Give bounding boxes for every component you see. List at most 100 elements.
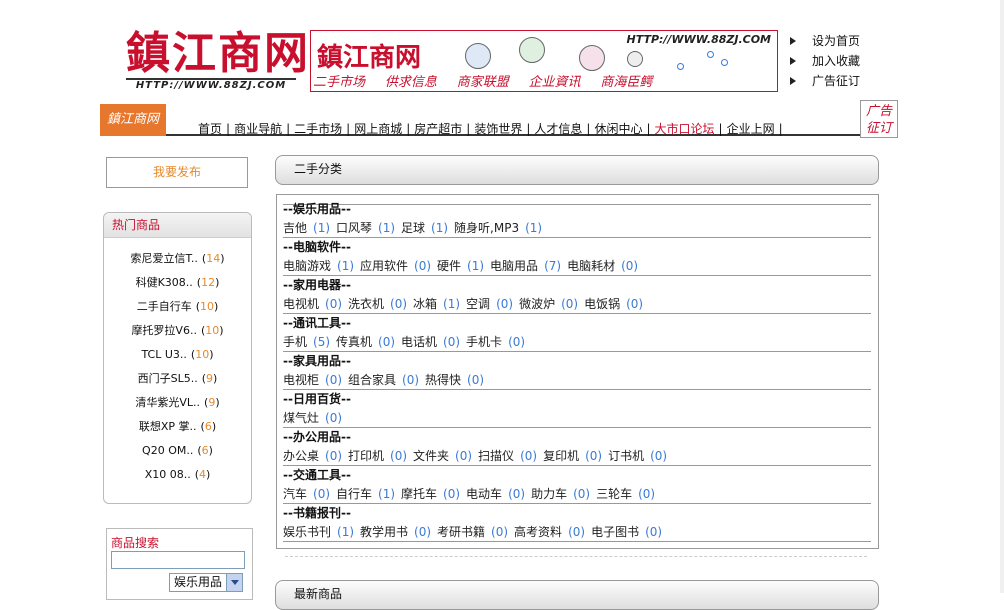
category-select-value: 娱乐用品 — [174, 575, 223, 589]
category-item-count: (0) — [443, 335, 461, 349]
category-item[interactable]: 订书机 — [608, 449, 644, 463]
header-banner[interactable]: 鎮江商网 HTTP://WWW.88ZJ.COM 二手市场 供求信息 商家联盟 … — [310, 30, 778, 92]
hot-product-count: (6) — [200, 420, 217, 433]
category-item[interactable]: 助力车 — [531, 487, 567, 501]
category-item-count: (0) — [325, 449, 343, 463]
banner-tag: 供求信息 — [384, 75, 437, 90]
scrollbar[interactable] — [1000, 0, 1004, 593]
hot-product-item[interactable]: 摩托罗拉V6.. (10) — [104, 319, 251, 343]
category-item-count: (0) — [520, 449, 538, 463]
category-item[interactable]: 空调 — [466, 297, 490, 311]
post-button[interactable]: 我要发布 — [106, 157, 248, 188]
category-item[interactable]: 电脑用品 — [490, 259, 538, 273]
nav-item[interactable]: 二手市场 — [294, 122, 342, 136]
category-item-count: (1) — [467, 259, 485, 273]
category-row: 电视柜 (0) 组合家具 (0) 热得快 (0) — [283, 371, 871, 390]
site-logo[interactable]: 鎮江商网 HTTP://WWW.88ZJ.COM — [126, 28, 308, 94]
category-item[interactable]: 洗衣机 — [348, 297, 384, 311]
category-item-count: (0) — [626, 297, 644, 311]
nav-item[interactable]: 大市口论坛 — [655, 122, 715, 136]
category-item-count: (0) — [496, 297, 514, 311]
category-item[interactable]: 打印机 — [348, 449, 384, 463]
hot-product-item[interactable]: Q20 OM.. (6) — [104, 439, 251, 463]
category-item[interactable]: 电视柜 — [283, 373, 319, 387]
category-list: --娱乐用品-- 吉他 (1) 口风琴 (1) 足球 (1) 随身听,MP3 (1) --电脑软件… — [276, 194, 879, 549]
category-item[interactable]: 电脑游戏 — [283, 259, 331, 273]
category-item-count: (5) — [313, 335, 331, 349]
nav-item[interactable]: 休闲中心 — [594, 122, 642, 136]
category-select[interactable]: 娱乐用品 — [169, 573, 243, 592]
hot-product-item[interactable]: X10 08.. (4) — [104, 463, 251, 487]
category-item[interactable]: 冰箱 — [413, 297, 437, 311]
category-item[interactable]: 电动车 — [466, 487, 502, 501]
hot-product-count: (12) — [196, 276, 220, 289]
nav-item[interactable]: 商业导航 — [234, 122, 282, 136]
category-item[interactable]: 组合家具 — [348, 373, 396, 387]
category-item[interactable]: 手机卡 — [466, 335, 502, 349]
chevron-down-icon[interactable] — [226, 574, 242, 591]
category-item[interactable]: 高考资料 — [514, 525, 562, 539]
category-item-count: (0) — [378, 335, 396, 349]
category-item-count: (1) — [313, 221, 331, 235]
hot-product-count: (4) — [194, 468, 211, 481]
nav-item[interactable]: 房产超市 — [414, 122, 462, 136]
category-item[interactable]: 电饭锅 — [584, 297, 620, 311]
hot-product-item[interactable]: 联想XP 掌.. (6) — [104, 415, 251, 439]
category-item[interactable]: 摩托车 — [401, 487, 437, 501]
nav-ad-box[interactable]: 广告 征订 — [860, 100, 898, 138]
category-item[interactable]: 文件夹 — [413, 449, 449, 463]
triangle-bullet-icon — [790, 36, 796, 45]
category-row: 电脑游戏 (1) 应用软件 (0) 硬件 (1) 电脑用品 (7) 电脑耗材 (0) — [283, 257, 871, 276]
category-heading: --日用百货-- — [283, 392, 351, 406]
category-item-count: (1) — [378, 487, 396, 501]
category-row: 娱乐书刊 (1) 教学用书 (0) 考研书籍 (0) 高考资料 (0) 电子图书 (0) — [283, 523, 871, 542]
category-item[interactable]: 传真机 — [336, 335, 372, 349]
hot-product-count: (14) — [201, 252, 225, 265]
category-item-count: (0) — [561, 297, 579, 311]
hot-product-item[interactable]: 西门子SL5.. (9) — [104, 367, 251, 391]
category-item[interactable]: 自行车 — [336, 487, 372, 501]
category-item[interactable]: 随身听,MP3 — [454, 221, 519, 235]
category-item[interactable]: 三轮车 — [596, 487, 632, 501]
category-item[interactable]: 应用软件 — [360, 259, 408, 273]
nav-item[interactable]: 装饰世界 — [474, 122, 522, 136]
category-item[interactable]: 口风琴 — [336, 221, 372, 235]
category-item[interactable]: 办公桌 — [283, 449, 319, 463]
hot-product-item[interactable]: 二手自行车 (10) — [104, 295, 251, 319]
nav-item[interactable]: 人才信息 — [534, 122, 582, 136]
hot-product-count: (10) — [200, 324, 224, 337]
ad-subscribe-link[interactable]: 广告征订 — [790, 71, 860, 91]
category-item[interactable]: 复印机 — [543, 449, 579, 463]
category-item[interactable]: 电子图书 — [591, 525, 639, 539]
add-favorite-link[interactable]: 加入收藏 — [790, 51, 860, 71]
category-item[interactable]: 考研书籍 — [437, 525, 485, 539]
category-item[interactable]: 吉他 — [283, 221, 307, 235]
category-item[interactable]: 电视机 — [283, 297, 319, 311]
category-item[interactable]: 足球 — [401, 221, 425, 235]
search-input[interactable] — [111, 551, 245, 569]
hot-product-item[interactable]: 清华紫光VL.. (9) — [104, 391, 251, 415]
category-item[interactable]: 扫描仪 — [478, 449, 514, 463]
category-item[interactable]: 微波炉 — [519, 297, 555, 311]
category-item[interactable]: 手机 — [283, 335, 307, 349]
hot-product-name: TCL U3.. — [141, 348, 187, 361]
nav-item[interactable]: 首页 — [198, 122, 222, 136]
set-homepage-link[interactable]: 设为首页 — [790, 31, 860, 51]
hot-product-item[interactable]: 科健K308.. (12) — [104, 271, 251, 295]
category-item[interactable]: 热得快 — [425, 373, 461, 387]
category-item[interactable]: 汽车 — [283, 487, 307, 501]
hot-product-item[interactable]: 索尼爱立信T.. (14) — [104, 247, 251, 271]
category-item[interactable]: 娱乐书刊 — [283, 525, 331, 539]
category-item[interactable]: 电脑耗材 — [567, 259, 615, 273]
category-item-count: (1) — [337, 259, 355, 273]
nav-item[interactable]: 网上商城 — [354, 122, 402, 136]
nav-logo: 鎮江商网 — [100, 104, 166, 136]
category-item[interactable]: 电话机 — [401, 335, 437, 349]
nav-item[interactable]: 企业上网 — [727, 122, 775, 136]
nav-ad-line1: 广告 — [865, 104, 892, 119]
hot-product-item[interactable]: TCL U3.. (10) — [104, 343, 251, 367]
category-item[interactable]: 硬件 — [437, 259, 461, 273]
banner-tag: 商海臣鳄 — [600, 75, 653, 90]
category-item[interactable]: 煤气灶 — [283, 411, 319, 425]
category-item[interactable]: 教学用书 — [360, 525, 408, 539]
